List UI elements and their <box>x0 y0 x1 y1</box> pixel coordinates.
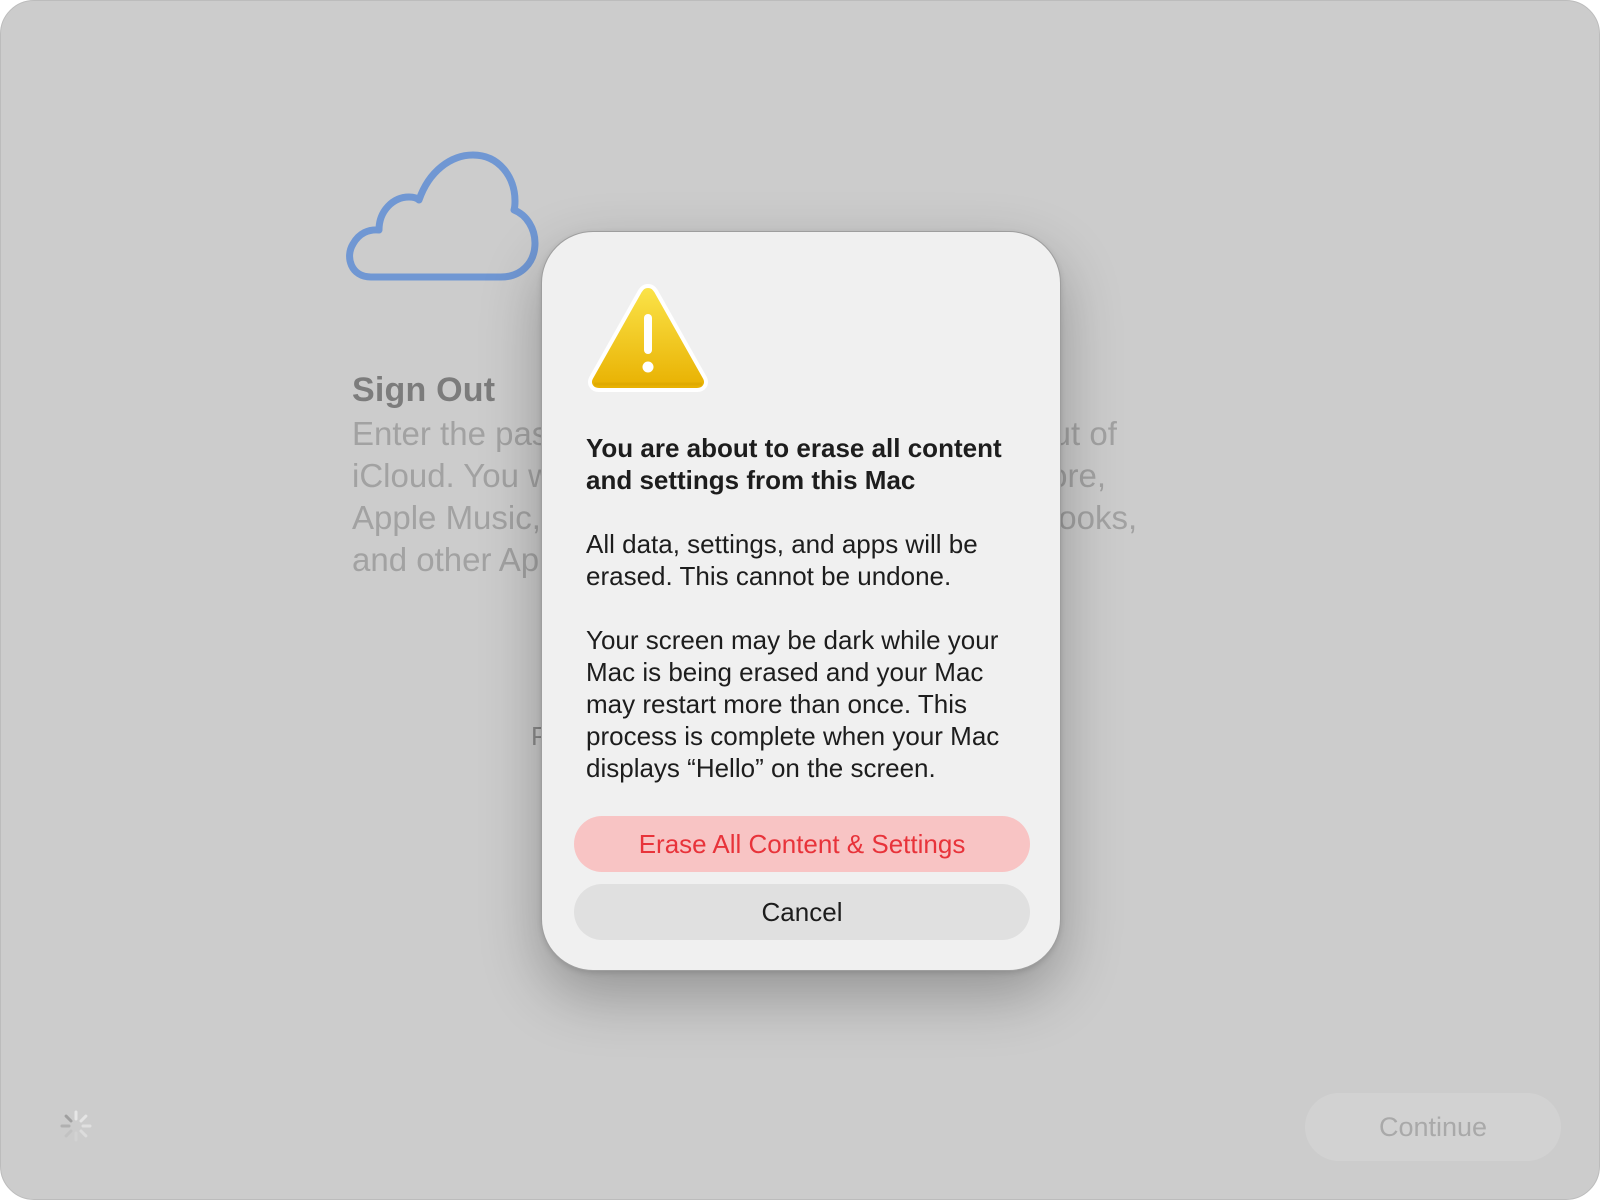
spinner-icon <box>60 1110 92 1142</box>
icloud-icon <box>346 151 539 281</box>
sign-out-title: Sign Out <box>352 371 496 409</box>
continue-button[interactable]: Continue <box>1305 1093 1561 1161</box>
cancel-button[interactable]: Cancel <box>574 884 1030 940</box>
warning-icon <box>588 284 708 392</box>
erase-all-content-button[interactable]: Erase All Content & Settings <box>574 816 1030 872</box>
alert-message: All data, settings, and apps will be era… <box>586 529 978 591</box>
erase-alert-dialog: You are about to erase all content and s… <box>541 231 1061 971</box>
setup-window: Sign Out Enter the password for “higuchi… <box>0 0 1600 1200</box>
alert-informative-text: Your screen may be dark while your Mac i… <box>586 625 1000 783</box>
alert-title: You are about to erase all content and s… <box>586 433 1002 495</box>
